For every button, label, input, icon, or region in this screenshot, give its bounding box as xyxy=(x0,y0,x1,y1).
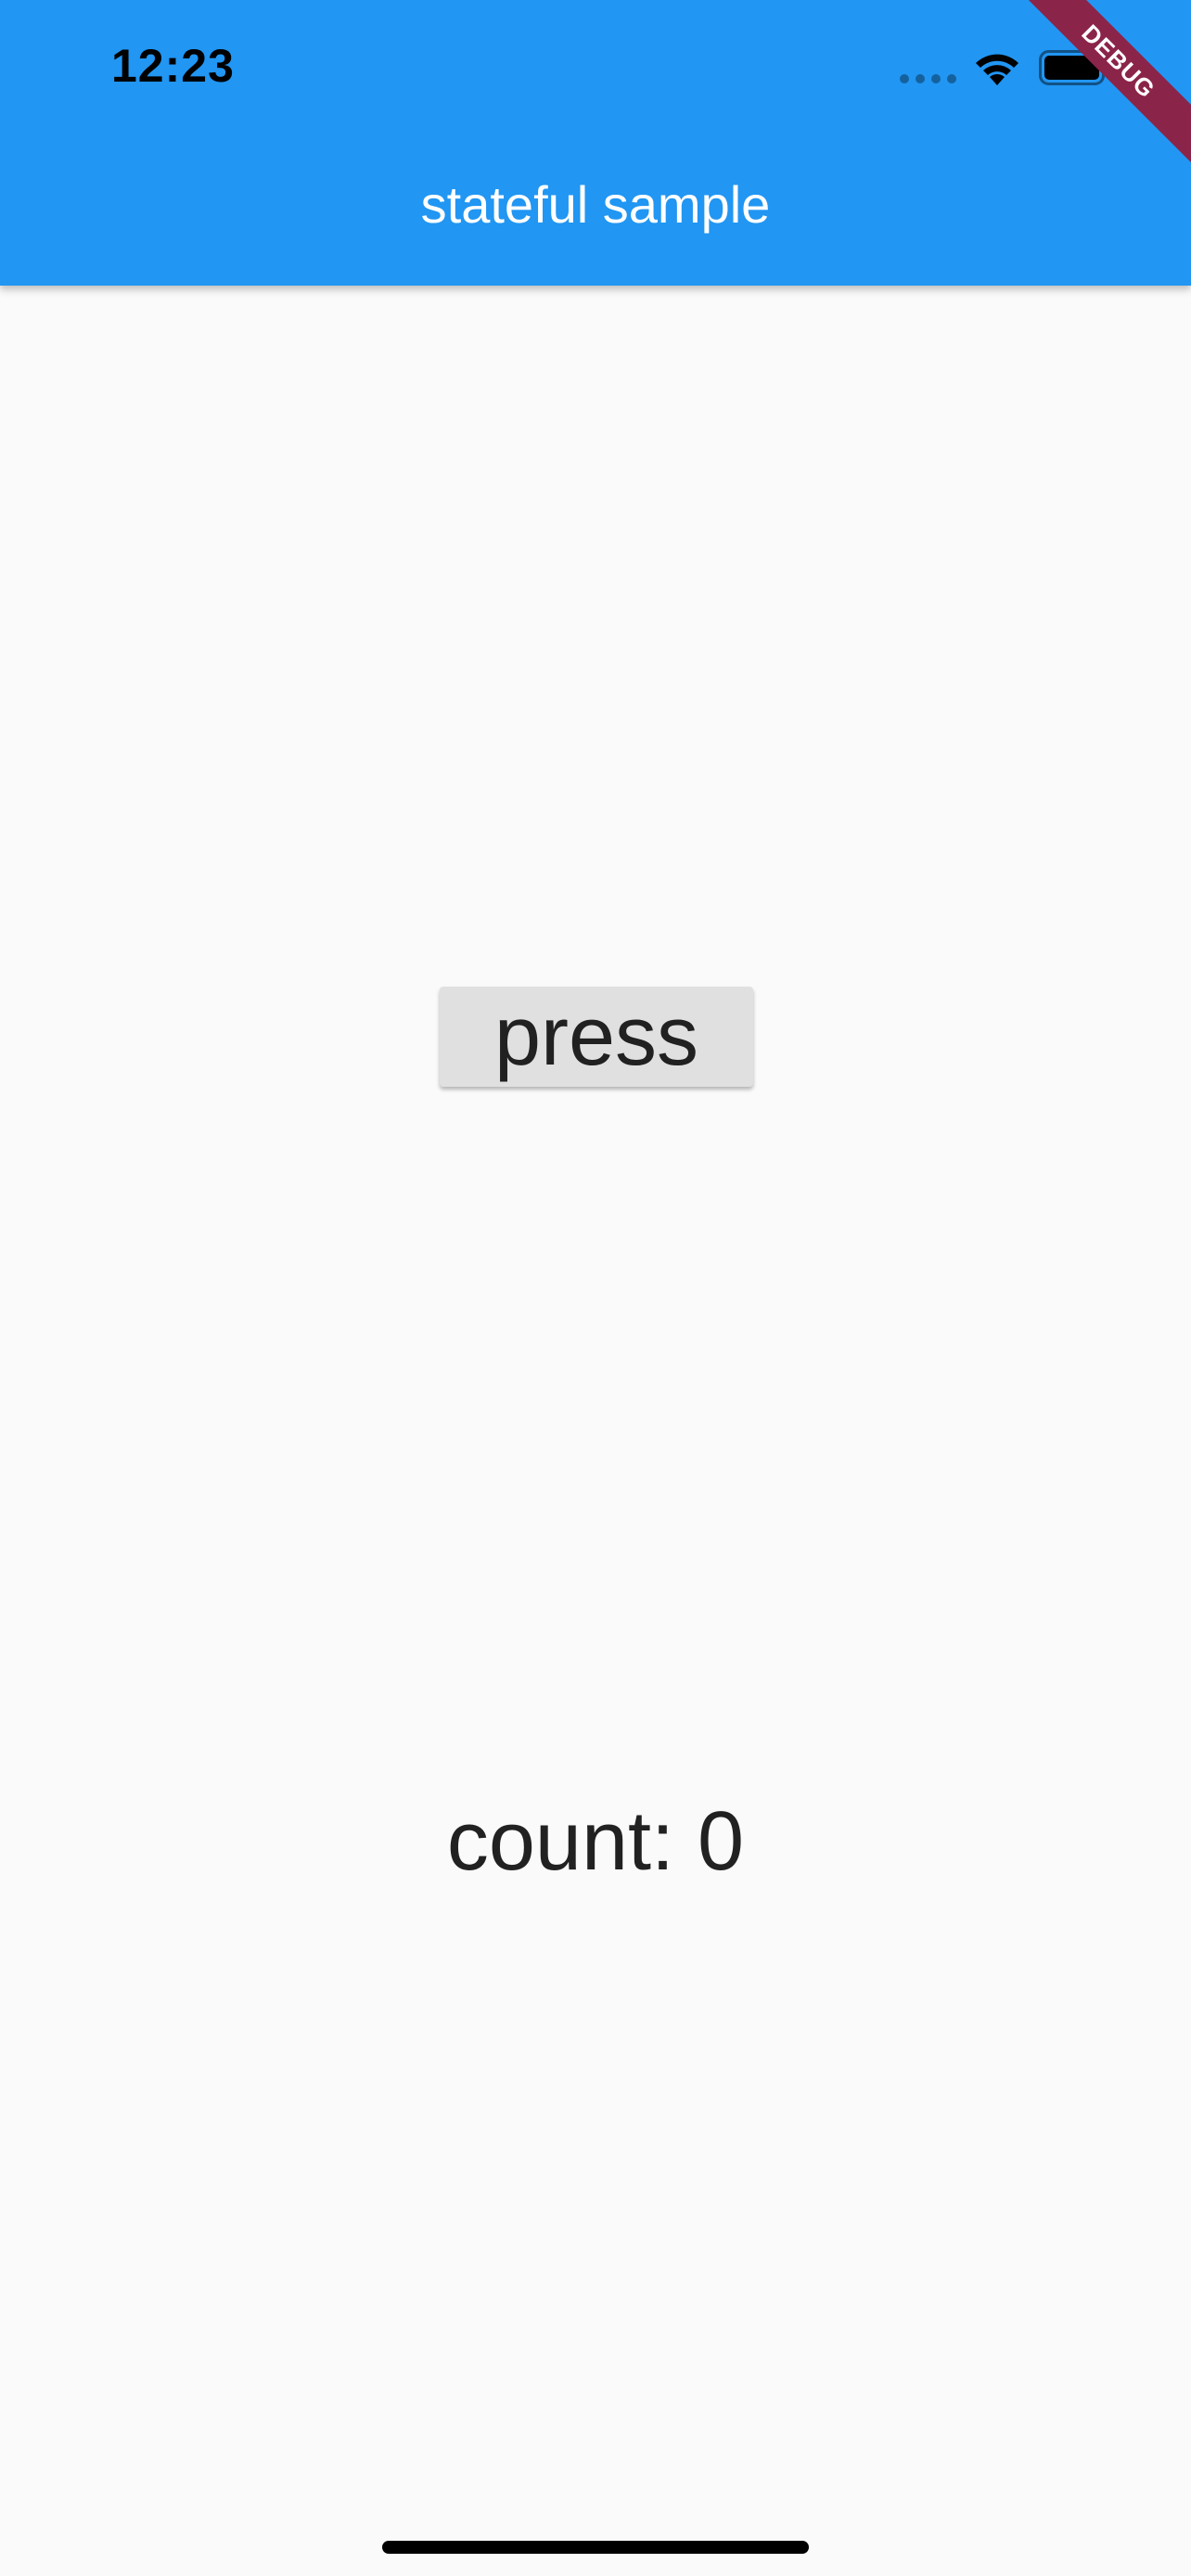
status-time: 12:23 xyxy=(111,40,235,92)
home-indicator[interactable] xyxy=(382,2541,809,2554)
press-button[interactable]: press xyxy=(440,987,753,1087)
debug-banner-label: DEBUG xyxy=(1012,0,1191,168)
debug-banner: DEBUG xyxy=(1005,0,1191,185)
count-label: count: 0 xyxy=(446,1795,745,1888)
cellular-signal-icon xyxy=(900,74,956,83)
